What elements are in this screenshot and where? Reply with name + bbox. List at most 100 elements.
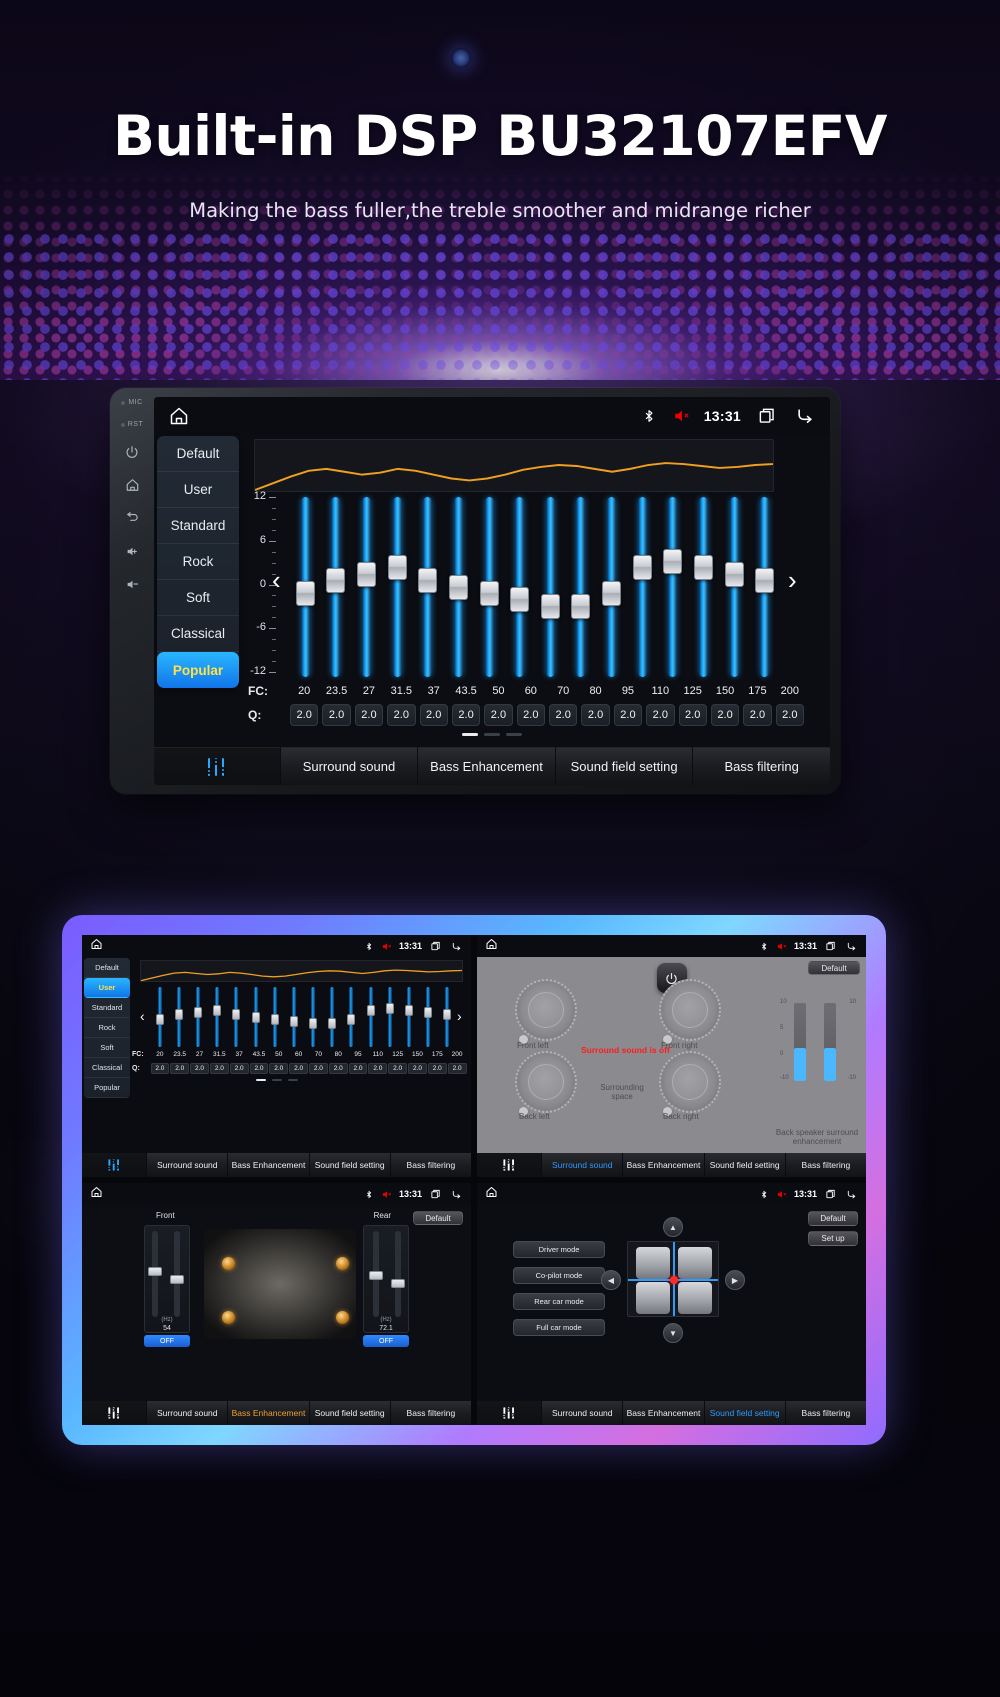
thumb1-q-70[interactable]: 2.0 — [309, 1063, 328, 1074]
meter-left[interactable] — [794, 1003, 806, 1081]
band-knob[interactable] — [755, 568, 775, 594]
thumb1-band-150[interactable] — [399, 987, 418, 1047]
mode-driver[interactable]: Driver mode — [513, 1241, 605, 1258]
preset-item-soft[interactable]: Soft — [157, 580, 239, 616]
rear-fader-track-right[interactable] — [395, 1231, 401, 1317]
front-fader-track-right[interactable] — [174, 1231, 180, 1317]
band-knob[interactable] — [571, 593, 591, 619]
preset-item-user[interactable]: User — [157, 472, 239, 508]
band-slider-50[interactable] — [474, 497, 505, 677]
knob-front-left[interactable] — [515, 979, 577, 1041]
speaker-muted-icon[interactable] — [381, 1189, 393, 1200]
q-cell-150[interactable]: 2.0 — [710, 704, 740, 726]
thumb2-tab-surround[interactable]: Surround sound — [542, 1153, 623, 1177]
back-arrow-icon[interactable] — [450, 1189, 463, 1200]
speaker-front-left[interactable] — [222, 1257, 235, 1270]
home-icon[interactable] — [90, 1185, 103, 1203]
bluetooth-icon[interactable] — [760, 941, 768, 952]
home-icon[interactable] — [485, 1185, 498, 1203]
thumb1-tab-bass-enh[interactable]: Bass Enhancement — [228, 1153, 309, 1177]
thumb1-band-23.5[interactable] — [169, 987, 188, 1047]
thumb-surround-sound[interactable]: 13:31 Default Front left Front right Bac… — [477, 935, 866, 1177]
seat-front-right[interactable] — [678, 1247, 712, 1279]
q-cell-70[interactable]: 2.0 — [549, 704, 578, 726]
mode-full-car[interactable]: Full car mode — [513, 1319, 605, 1336]
q-values[interactable]: 2.0 2.0 2.0 2.0 2.0 2.0 2.0 2.0 2.0 2.0 2.0 2.0 2.0 2… — [288, 704, 806, 726]
thumb1-tab-equalizer[interactable] — [82, 1153, 147, 1177]
thumb4-tab-equalizer[interactable] — [477, 1401, 542, 1425]
home-icon[interactable] — [168, 406, 190, 426]
setup-button[interactable]: Set up — [808, 1231, 858, 1246]
front-off-button[interactable]: OFF — [144, 1335, 190, 1347]
seat-grid[interactable] — [627, 1241, 719, 1317]
thumb1-knob[interactable] — [213, 1005, 222, 1017]
band-knob[interactable] — [693, 555, 713, 581]
thumb1-q-110[interactable]: 2.0 — [368, 1063, 388, 1074]
band-slider-200[interactable] — [749, 497, 780, 677]
rear-fader-knob-right[interactable] — [391, 1279, 405, 1288]
band-knob[interactable] — [540, 593, 560, 619]
thumb1-knob[interactable] — [405, 1005, 414, 1017]
thumb1-knob[interactable] — [155, 1013, 164, 1025]
thumb2-tab-sound-field[interactable]: Sound field setting — [704, 1153, 785, 1177]
thumb3-tab-bass-enh[interactable]: Bass Enhancement — [228, 1401, 309, 1425]
speaker-muted-icon[interactable] — [672, 407, 692, 425]
thumb3-tab-sound-field[interactable]: Sound field setting — [309, 1401, 390, 1425]
thumb4-tab-bass-filter[interactable]: Bass filtering — [785, 1401, 866, 1425]
seat-front-left[interactable] — [636, 1247, 670, 1279]
band-knob[interactable] — [724, 561, 744, 587]
thumb1-band-70[interactable] — [304, 987, 323, 1047]
q-cell-200[interactable]: 2.0 — [775, 704, 804, 726]
band-slider-31.5[interactable] — [382, 497, 413, 677]
tab-bass-filtering[interactable]: Bass filtering — [693, 747, 830, 785]
speaker-front-right[interactable] — [336, 1257, 349, 1270]
recent-apps-icon[interactable] — [430, 1189, 442, 1200]
band-knob[interactable] — [448, 574, 468, 600]
thumb1-band-200[interactable] — [438, 987, 457, 1047]
q-cell-31.5[interactable]: 2.0 — [387, 704, 416, 726]
q-cell-125[interactable]: 2.0 — [678, 704, 707, 726]
band-slider-37[interactable] — [413, 497, 444, 677]
thumb1-tab-surround[interactable]: Surround sound — [147, 1153, 228, 1177]
thumb1-band-50[interactable] — [265, 987, 284, 1047]
tab-bass-enhancement[interactable]: Bass Enhancement — [418, 747, 555, 785]
band-slider-20[interactable] — [290, 497, 321, 677]
preset-item-default[interactable]: Default — [157, 436, 239, 472]
thumb1-band-43.5[interactable] — [246, 987, 265, 1047]
thumb1-knob[interactable] — [347, 1013, 356, 1025]
thumb1-band-31.5[interactable] — [208, 987, 227, 1047]
thumb1-preset-standard[interactable]: Standard — [84, 998, 130, 1018]
thumb1-band-20[interactable] — [150, 987, 169, 1047]
q-cell-43.5[interactable]: 2.0 — [451, 704, 481, 726]
volume-down-icon[interactable] — [123, 575, 141, 593]
band-knob[interactable] — [663, 548, 683, 574]
thumb2-tab-equalizer[interactable] — [477, 1153, 542, 1177]
thumb1-preset-popular[interactable]: Popular — [84, 1078, 130, 1098]
q-cell-175[interactable]: 2.0 — [743, 704, 772, 726]
thumb-sound-field[interactable]: 13:31 Default Set up Driver mode Co-pilo… — [477, 1183, 866, 1425]
thumb1-knob[interactable] — [424, 1007, 433, 1019]
meter-right[interactable] — [824, 1003, 836, 1081]
thumb3-tab-equalizer[interactable] — [82, 1401, 147, 1425]
back-arrow-icon[interactable] — [845, 1189, 858, 1200]
next-band-arrow[interactable]: › — [788, 567, 797, 593]
knob-back-right[interactable] — [659, 1051, 721, 1113]
back-arrow-icon[interactable] — [794, 406, 816, 426]
thumb1-preset-list[interactable]: Default User Standard Rock Soft Classical Popu… — [84, 958, 130, 1098]
thumb1-band-27[interactable] — [188, 987, 207, 1047]
band-slider-175[interactable] — [719, 497, 750, 677]
page-dot-3[interactable] — [287, 1079, 298, 1081]
q-cell-27[interactable]: 2.0 — [354, 704, 384, 726]
thumb1-band-175[interactable] — [419, 987, 438, 1047]
thumb2-tab-bass-filter[interactable]: Bass filtering — [785, 1153, 866, 1177]
front-fader-knob-right[interactable] — [170, 1275, 184, 1284]
thumb-bass-enhancement[interactable]: 13:31 Default Front (Hz) 54 OFF Rear (Hz… — [82, 1183, 471, 1425]
q-cell-60[interactable]: 2.0 — [516, 704, 545, 726]
rear-fader-knob-left[interactable] — [369, 1271, 383, 1280]
thumb1-q-43.5[interactable]: 2.0 — [249, 1063, 269, 1074]
listening-position-marker[interactable] — [670, 1276, 678, 1284]
knob-front-right[interactable] — [659, 979, 721, 1041]
band-knob[interactable] — [632, 555, 652, 581]
thumb1-knob[interactable] — [366, 1005, 375, 1017]
bluetooth-icon[interactable] — [642, 407, 656, 425]
